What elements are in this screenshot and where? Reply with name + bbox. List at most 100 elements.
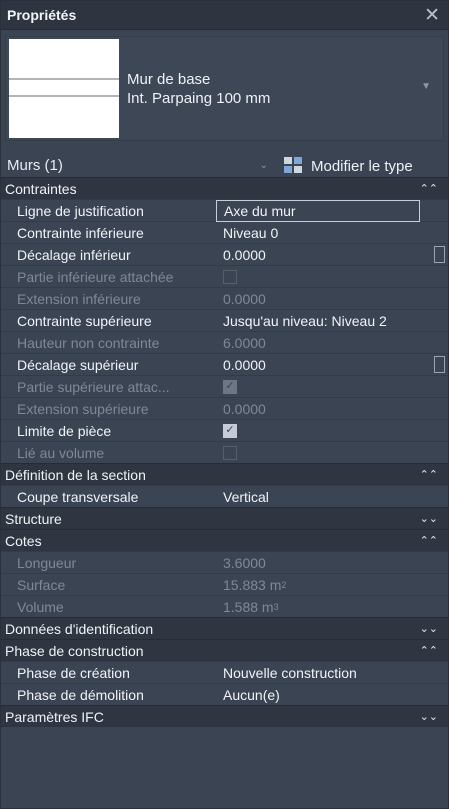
justification-input[interactable]: Axe du mur [216, 199, 420, 222]
property-value-text: 0.0000 [223, 246, 266, 263]
property-label: Volume [17, 598, 64, 615]
property-row: Hauteur non contrainte 6.0000 [1, 331, 448, 353]
category-filter-value: Murs (1) [7, 157, 63, 174]
property-label: Extension inférieure [17, 290, 141, 307]
group-identification[interactable]: Données d'identification ⌄⌄ [1, 617, 448, 639]
expand-icon[interactable]: ⌄⌄ [420, 622, 438, 635]
property-label: Hauteur non contrainte [17, 334, 160, 351]
type-selector[interactable]: Mur de base Int. Parpaing 100 mm ▼ [5, 36, 444, 141]
property-value: 0.0000 [223, 400, 266, 417]
expand-icon[interactable]: ⌄⌄ [420, 710, 438, 723]
property-row: Limite de pièce ✓ [1, 419, 448, 441]
group-title: Structure [5, 510, 62, 527]
property-value-text: 1.588 m [223, 598, 274, 615]
room-bounding-checkbox[interactable]: ✓ [223, 423, 237, 438]
group-title: Paramètres IFC [5, 708, 104, 725]
property-row: Surface 15.883 m2 [1, 573, 448, 595]
unit-exponent: 2 [281, 579, 287, 590]
close-icon[interactable]: ✕ [424, 6, 440, 25]
property-label: Phase de démolition [17, 686, 144, 703]
type-family: Mur de base [127, 70, 211, 88]
property-row: Décalage inférieur 0.0000 [1, 243, 448, 265]
group-title: Phase de construction [5, 642, 144, 659]
property-label: Surface [17, 576, 66, 593]
property-label: Partie supérieure attac... [17, 378, 170, 395]
property-value[interactable]: Aucun(e) [216, 684, 448, 706]
property-label: Extension supérieure [17, 400, 149, 417]
group-cotes[interactable]: Cotes ⌃⌃ [1, 529, 448, 551]
collapse-icon[interactable]: ⌃⌃ [420, 644, 438, 657]
chevron-down-icon[interactable]: ▼ [421, 81, 431, 92]
property-row: Extension supérieure 0.0000 [1, 397, 448, 419]
property-value[interactable]: 0.0000 [216, 354, 448, 376]
property-value: ✓ [216, 420, 448, 442]
edit-type-button[interactable]: Modifier le type [284, 157, 413, 175]
collapse-icon[interactable]: ⌃⌃ [420, 468, 438, 481]
group-definition-section[interactable]: Définition de la section ⌃⌃ [1, 463, 448, 485]
property-value[interactable]: Vertical [216, 486, 448, 508]
properties-list: Contraintes ⌃⌃ Ligne de justification Ax… [1, 177, 448, 727]
property-row: Ligne de justification Axe du mur [1, 199, 448, 222]
property-value [216, 266, 448, 288]
property-value[interactable]: 0.0000 [216, 244, 448, 266]
associate-parameter-button[interactable] [434, 355, 445, 373]
property-label: Limite de pièce [17, 422, 112, 439]
chevron-down-icon: ⌄ [259, 160, 268, 171]
property-row: Phase de démolition Aucun(e) [1, 683, 448, 705]
property-row: Contrainte inférieure Niveau 0 [1, 221, 448, 243]
property-value: 0.0000 [223, 290, 266, 307]
edit-type-icon [284, 157, 304, 175]
associate-parameter-button[interactable] [434, 245, 445, 263]
property-value[interactable]: Niveau 0 [216, 222, 448, 244]
group-ifc[interactable]: Paramètres IFC ⌄⌄ [1, 705, 448, 727]
group-title: Contraintes [5, 180, 77, 197]
property-row: Coupe transversale Vertical [1, 485, 448, 507]
property-label: Décalage supérieur [17, 356, 139, 373]
property-value: 1.588 m3 [216, 596, 448, 618]
group-phase[interactable]: Phase de construction ⌃⌃ [1, 639, 448, 661]
property-label: Contrainte inférieure [17, 224, 144, 241]
checkbox [223, 445, 237, 460]
property-value: 3.6000 [223, 554, 266, 571]
group-structure[interactable]: Structure ⌄⌄ [1, 507, 448, 529]
property-label: Phase de création [17, 664, 130, 681]
type-variant: Int. Parpaing 100 mm [127, 89, 271, 107]
edit-type-label: Modifier le type [311, 157, 413, 175]
property-value[interactable]: Jusqu'au niveau: Niveau 2 [216, 310, 448, 332]
expand-icon[interactable]: ⌄⌄ [420, 512, 438, 525]
group-title: Données d'identification [5, 620, 154, 637]
panel-title: Propriétés [7, 7, 77, 23]
property-label: Lié au volume [17, 444, 105, 461]
property-row: Contrainte supérieure Jusqu'au niveau: N… [1, 309, 448, 331]
property-value: ✓ [216, 376, 448, 398]
type-name: Mur de base Int. Parpaing 100 mm [127, 70, 270, 108]
property-row: Phase de création Nouvelle construction [1, 661, 448, 683]
property-value: 6.0000 [223, 334, 266, 351]
checkbox: ✓ [223, 379, 237, 394]
checkbox [223, 269, 237, 284]
property-label: Décalage inférieur [17, 246, 131, 263]
collapse-icon[interactable]: ⌃⌃ [420, 534, 438, 547]
unit-exponent: 3 [273, 601, 279, 612]
properties-panel: Propriétés ✕ Mur de base Int. Parpaing 1… [0, 0, 449, 809]
collapse-icon[interactable]: ⌃⌃ [420, 182, 438, 195]
property-label: Ligne de justification [17, 202, 144, 219]
property-row: Partie supérieure attac... ✓ [1, 375, 448, 397]
group-title: Cotes [5, 532, 42, 549]
property-value-text: 0.0000 [223, 356, 266, 373]
type-preview-thumbnail [9, 39, 119, 138]
property-value: 15.883 m2 [216, 574, 448, 596]
property-row: Partie inférieure attachée [1, 265, 448, 287]
property-row: Volume 1.588 m3 [1, 595, 448, 617]
property-value[interactable]: Nouvelle construction [216, 662, 448, 684]
title-bar: Propriétés ✕ [1, 1, 448, 30]
property-value [216, 442, 448, 464]
property-row: Extension inférieure 0.0000 [1, 287, 448, 309]
property-row: Décalage supérieur 0.0000 [1, 353, 448, 375]
group-contraintes[interactable]: Contraintes ⌃⌃ [1, 177, 448, 199]
property-label: Contrainte supérieure [17, 312, 152, 329]
property-label: Longueur [17, 554, 77, 571]
group-title: Définition de la section [5, 466, 146, 483]
property-value-text: 15.883 m [223, 576, 282, 593]
property-row: Lié au volume [1, 441, 448, 463]
